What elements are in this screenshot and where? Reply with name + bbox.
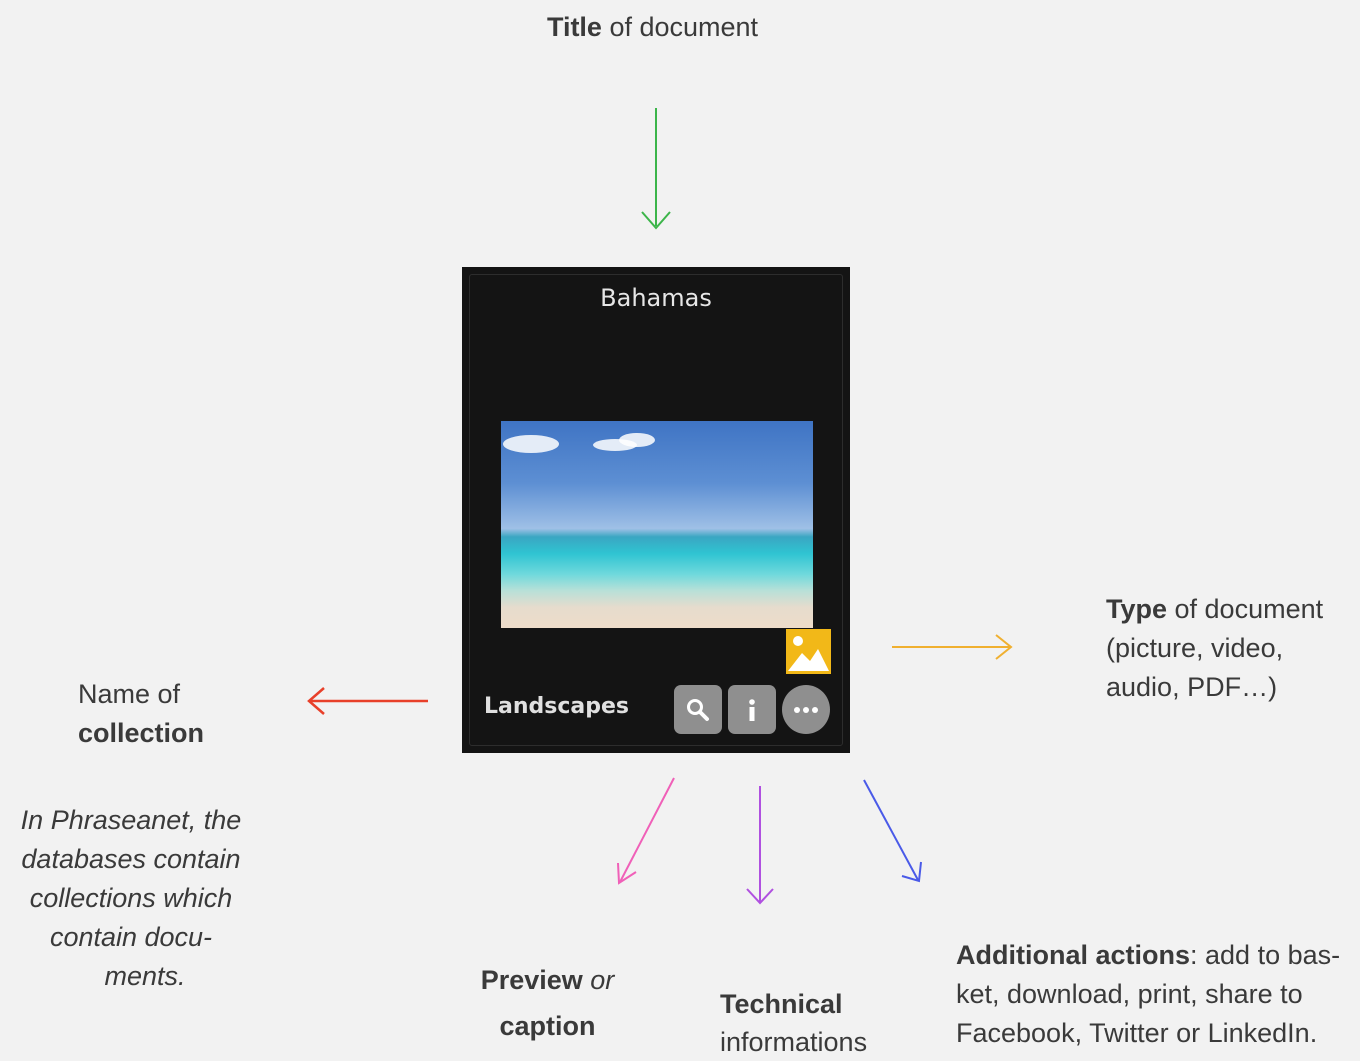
arrow-title (641, 108, 671, 230)
arrow-actions (863, 779, 922, 883)
arrow-preview (617, 777, 675, 885)
arrow-type (892, 634, 1013, 660)
arrow-collection (307, 687, 428, 715)
annotation-arrows (307, 108, 1013, 905)
arrow-technical (746, 786, 774, 905)
